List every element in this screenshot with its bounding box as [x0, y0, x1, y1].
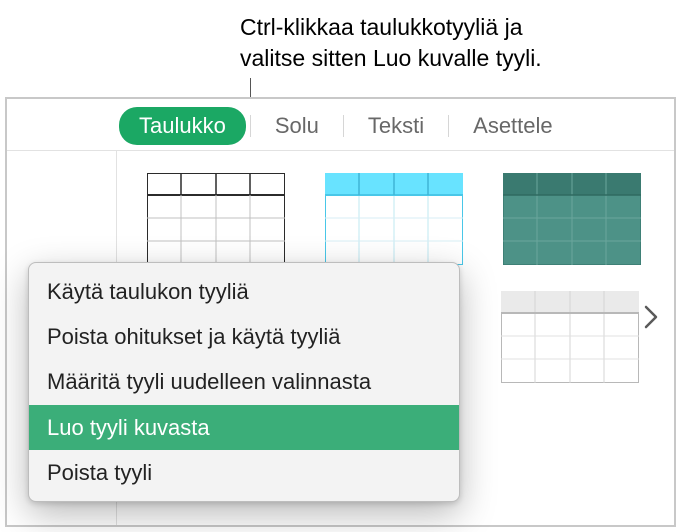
context-menu: Käytä taulukon tyyliä Poista ohitukset j… [28, 262, 460, 502]
menu-item-label: Poista tyyli [47, 460, 152, 485]
table-style-teal-solid[interactable] [503, 173, 641, 265]
menu-item-delete-style[interactable]: Poista tyyli [29, 450, 459, 495]
inspector-tabs: Taulukko Solu Teksti Asettele [7, 99, 674, 151]
menu-item-label: Käytä taulukon tyyliä [47, 279, 249, 304]
tab-solu[interactable]: Solu [255, 107, 339, 145]
style-row [7, 173, 674, 265]
chevron-right-icon [644, 305, 658, 329]
table-style-grey[interactable] [501, 291, 639, 383]
table-style-cyan-header[interactable] [325, 173, 463, 265]
menu-item-create-style[interactable]: Luo tyyli kuvasta [29, 405, 459, 450]
menu-item-label: Luo tyyli kuvasta [47, 415, 210, 440]
tab-label: Teksti [368, 113, 424, 138]
tab-separator [448, 115, 449, 137]
tab-taulukko[interactable]: Taulukko [119, 107, 246, 145]
table-style-plain[interactable] [147, 173, 285, 265]
help-callout-line1: Ctrl-klikkaa taulukkotyyliä ja [240, 14, 522, 40]
tab-label: Asettele [473, 113, 553, 138]
tab-label: Solu [275, 113, 319, 138]
menu-item-redefine-style[interactable]: Määritä tyyli uudelleen valinnasta [29, 359, 459, 404]
tab-separator [250, 115, 251, 137]
tab-asettele[interactable]: Asettele [453, 107, 573, 145]
next-page-button[interactable] [640, 299, 662, 335]
help-callout-line2: valitse sitten Luo kuvalle tyyli. [240, 45, 542, 71]
tab-teksti[interactable]: Teksti [348, 107, 444, 145]
menu-item-clear-overrides[interactable]: Poista ohitukset ja käytä tyyliä [29, 314, 459, 359]
tab-label: Taulukko [139, 113, 226, 138]
tab-separator [343, 115, 344, 137]
help-callout: Ctrl-klikkaa taulukkotyyliä ja valitse s… [240, 12, 542, 74]
menu-item-use-style[interactable]: Käytä taulukon tyyliä [29, 269, 459, 314]
menu-item-label: Määritä tyyli uudelleen valinnasta [47, 369, 371, 394]
menu-item-label: Poista ohitukset ja käytä tyyliä [47, 324, 340, 349]
